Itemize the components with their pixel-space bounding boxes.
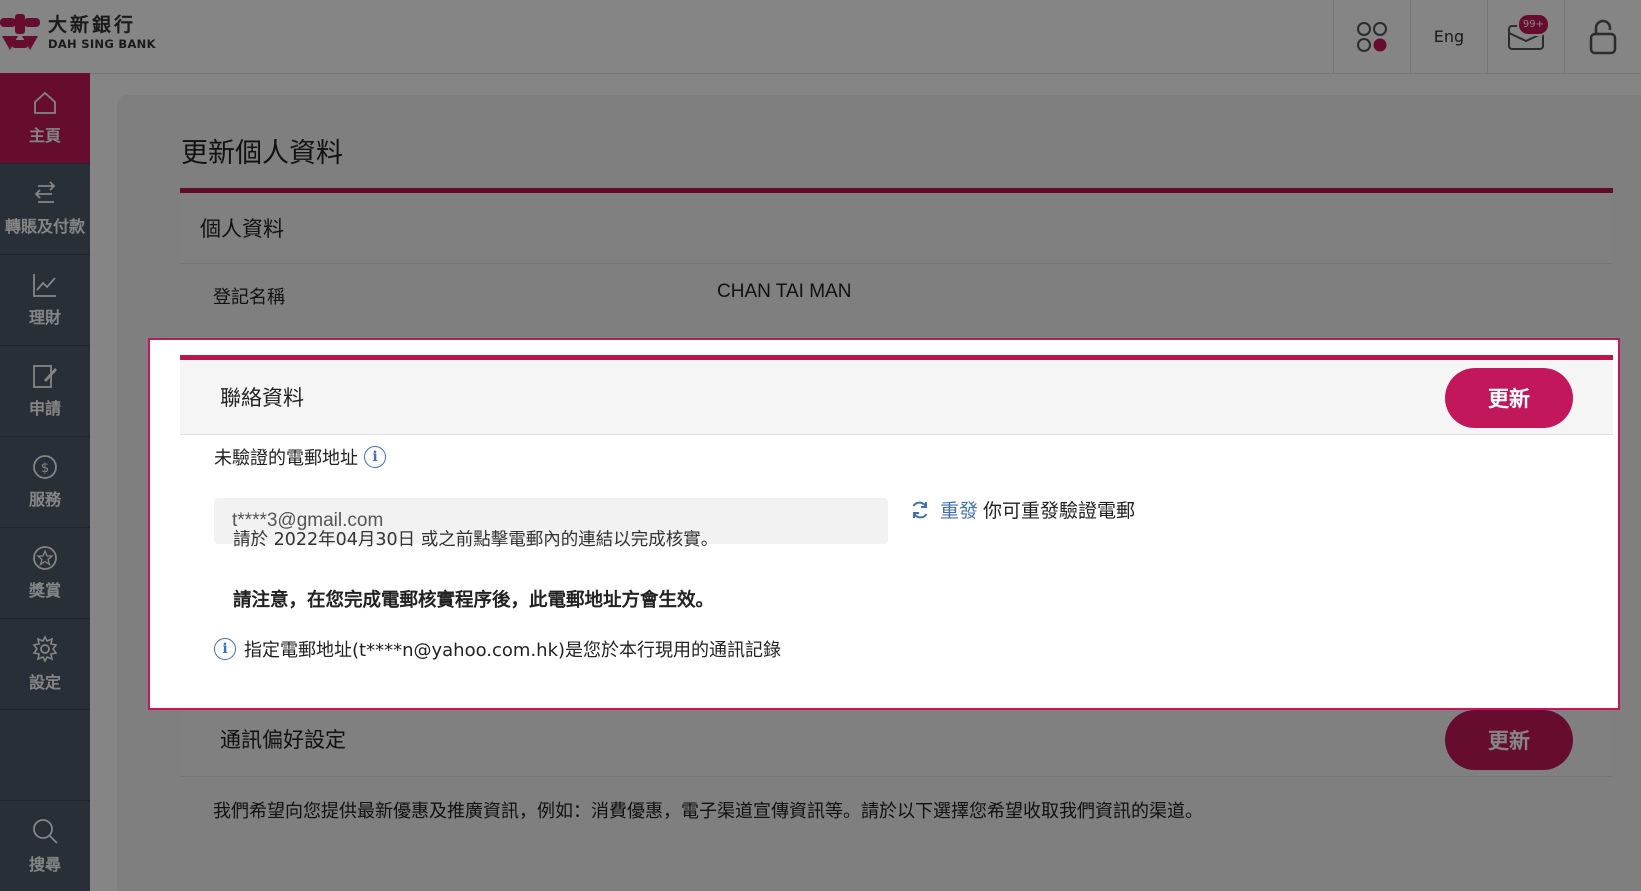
contact-info-header: 聯絡資料 更新 <box>180 360 1613 435</box>
unverified-email-label: 未驗證的電郵地址 <box>214 448 358 469</box>
info-icon: i <box>214 638 236 660</box>
resend-row: 重發 你可重發驗證電郵 <box>910 496 1135 523</box>
resend-description: 你可重發驗證電郵 <box>983 500 1136 522</box>
verification-deadline-note: 請於 2022年04月30日 或之前點擊電郵內的連結以完成核實。 <box>233 530 719 550</box>
verification-warning-note: 請注意，在您完成電郵核實程序後，此電郵地址方會生效。 <box>233 590 715 611</box>
contact-info-highlight: 聯絡資料 更新 未驗證的電郵地址 i 重發 你可重發驗證電郵 請於 2022年0… <box>148 338 1620 710</box>
contact-update-button[interactable]: 更新 <box>1445 368 1573 428</box>
current-email-note: 指定電郵地址(t****n@yahoo.com.hk)是您於本行現用的通訊記錄 <box>244 640 782 661</box>
resend-link[interactable]: 重發 <box>940 496 978 523</box>
contact-info-heading: 聯絡資料 <box>220 386 304 410</box>
contact-info-card: 聯絡資料 更新 <box>180 355 1613 435</box>
info-icon[interactable]: i <box>364 446 386 468</box>
current-email-note-row: i 指定電郵地址(t****n@yahoo.com.hk)是您於本行現用的通訊記… <box>214 636 781 662</box>
refresh-icon[interactable] <box>910 500 930 520</box>
unverified-email-row: 未驗證的電郵地址 i <box>214 444 386 470</box>
